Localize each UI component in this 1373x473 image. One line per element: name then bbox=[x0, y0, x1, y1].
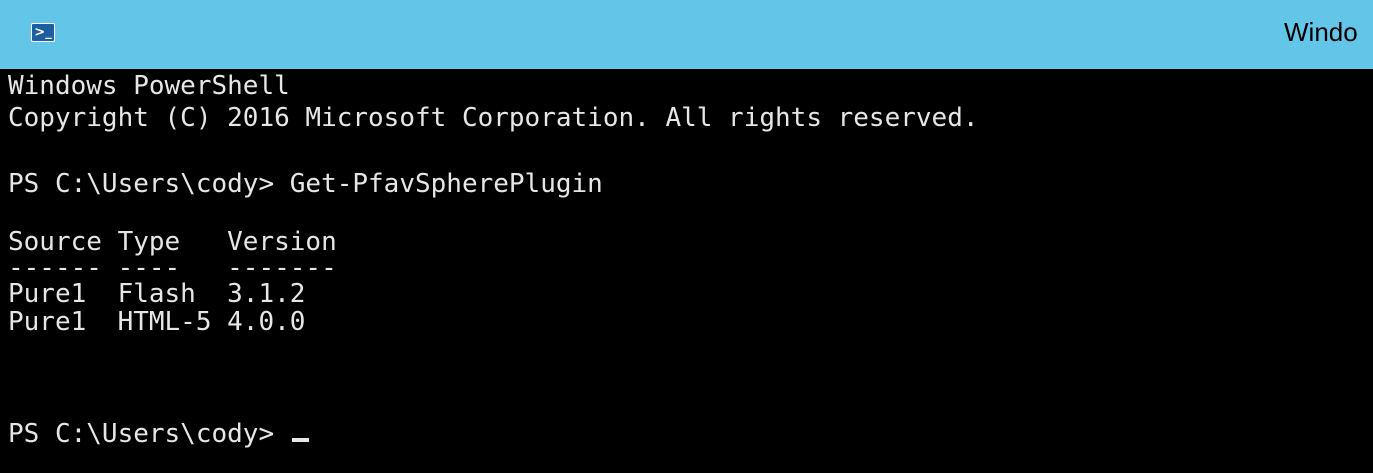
console-line: Source Type Version bbox=[8, 227, 337, 257]
text-cursor bbox=[291, 438, 309, 442]
console-line: ------ ---- ------- bbox=[8, 253, 337, 283]
window-title: Windo bbox=[1284, 17, 1358, 47]
powershell-icon[interactable]: >_ bbox=[31, 23, 55, 42]
title-bar[interactable]: >_ Windo bbox=[0, 0, 1373, 69]
console-line: Pure1 Flash 3.1.2 bbox=[8, 279, 306, 309]
prompt-text: PS C:\Users\cody> bbox=[8, 419, 290, 449]
console-line: Pure1 HTML-5 4.0.0 bbox=[8, 307, 306, 337]
prompt-line[interactable]: PS C:\Users\cody> bbox=[8, 421, 309, 447]
powershell-window: >_ Windo Windows PowerShell Copyright (C… bbox=[0, 0, 1373, 473]
console-line: Copyright (C) 2016 Microsoft Corporation… bbox=[8, 103, 979, 133]
console-line: Windows PowerShell bbox=[8, 71, 290, 101]
console-line: PS C:\Users\cody> Get-PfavSpherePlugin bbox=[8, 169, 603, 199]
console-output[interactable]: Windows PowerShell Copyright (C) 2016 Mi… bbox=[0, 69, 1373, 473]
